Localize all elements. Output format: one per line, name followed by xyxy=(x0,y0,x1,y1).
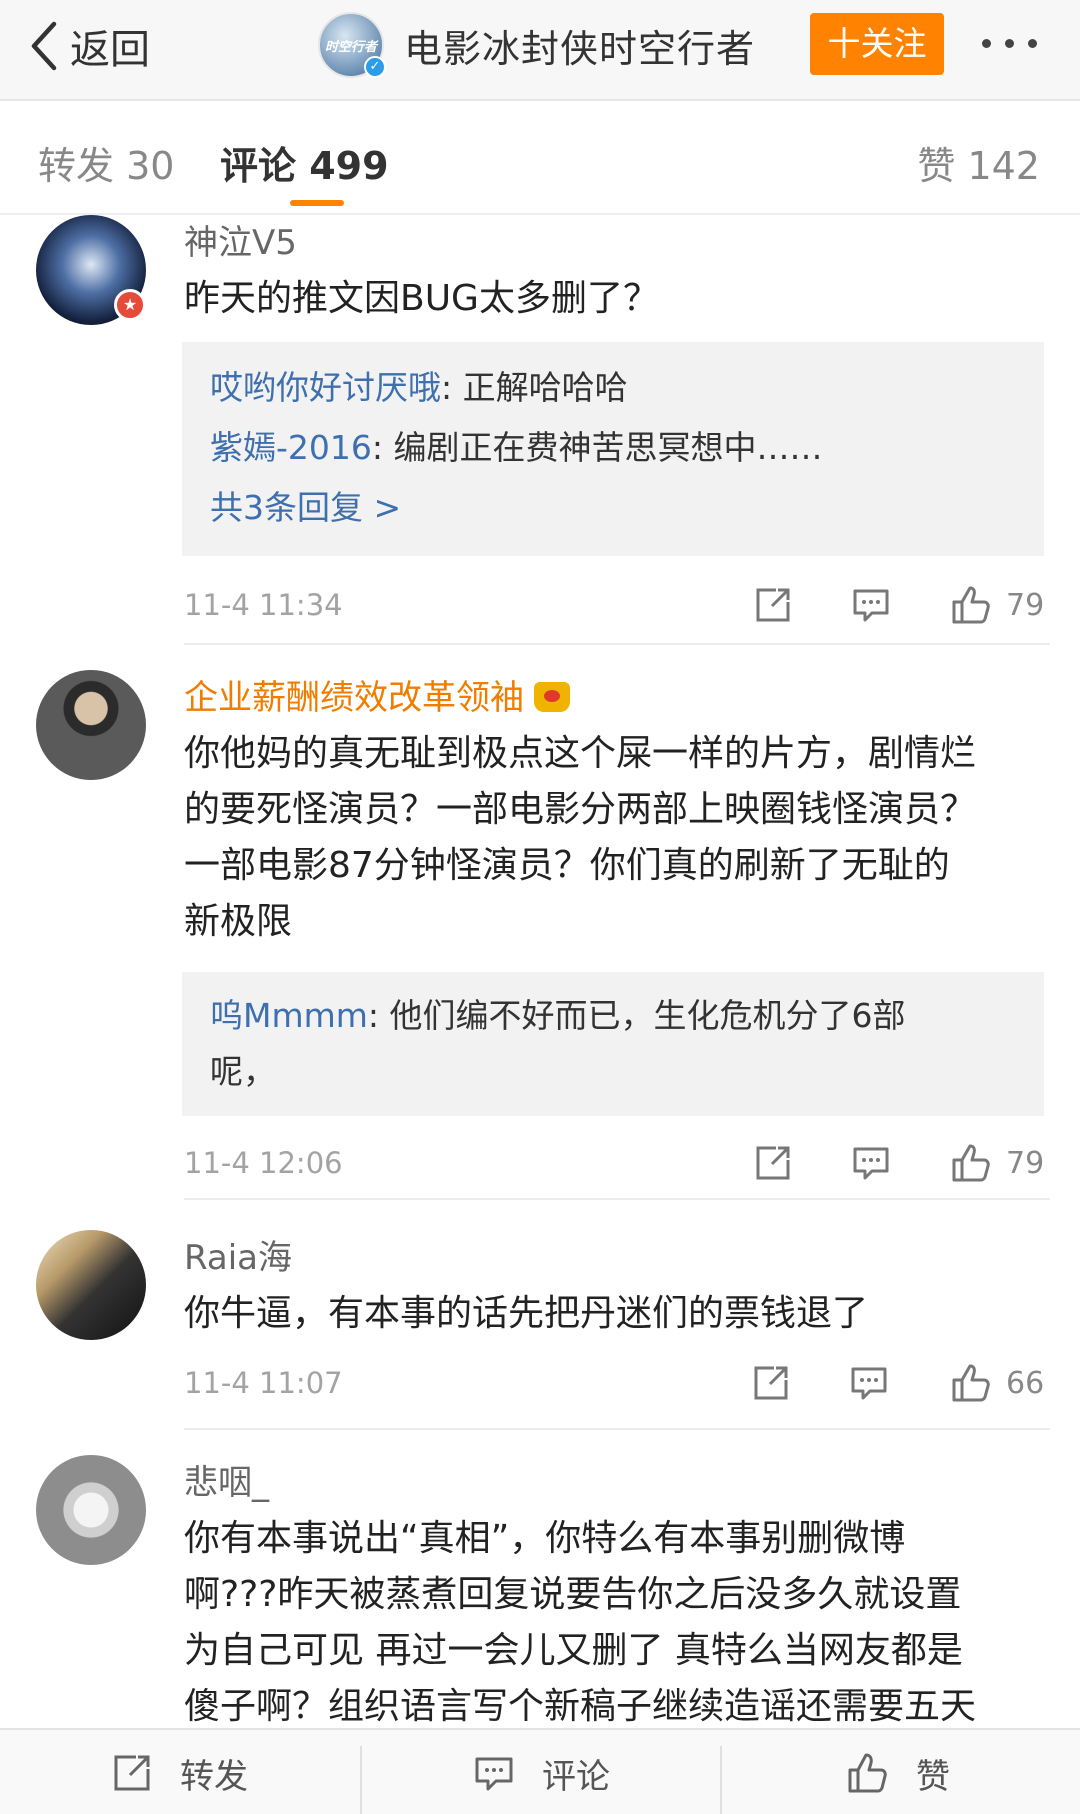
comment-username[interactable]: 悲咽_ xyxy=(184,1455,269,1504)
like-count: 79 xyxy=(1006,588,1045,623)
thumbs-up-icon[interactable] xyxy=(950,1362,992,1404)
divider xyxy=(184,1428,1050,1430)
vip-username-label: 企业薪酬绩效改革领袖 xyxy=(184,678,524,718)
share-icon[interactable] xyxy=(752,584,794,626)
comment-text-line: 的要死怪演员？一部电影分两部上映圈钱怪演员？ xyxy=(184,789,977,830)
reply-icon[interactable] xyxy=(850,584,892,626)
divider xyxy=(360,1746,362,1814)
like-button[interactable]: 赞 xyxy=(846,1730,950,1814)
reply-text: : 他们编不好而已，生化危机分了6部 xyxy=(367,996,906,1035)
verified-icon: ✓ xyxy=(364,56,386,78)
like-count: 79 xyxy=(1006,1146,1045,1181)
reply-text: : 正解哈哈哈 xyxy=(441,368,628,407)
reply-text: : 编剧正在费神苦思冥想中…… xyxy=(371,428,823,467)
comment-meta: 11-4 11:07 66 xyxy=(184,1358,1045,1408)
comment-text-line: 新极限 xyxy=(184,901,293,942)
comment-text-line: 啊???昨天被蒸煮回复说要告你之后没多久就设置 xyxy=(184,1574,962,1615)
reply-username[interactable]: 哎哟你好讨厌哦 xyxy=(210,368,441,407)
comment-label: 评论 xyxy=(542,1756,610,1797)
comment-time: 11-4 12:06 xyxy=(184,1146,343,1180)
comment-text-line: 你有本事说出“真相”，你特么有本事别删微博 xyxy=(184,1518,906,1559)
tab-comments[interactable]: 评论 499 xyxy=(220,135,389,190)
active-tab-indicator xyxy=(290,200,344,206)
reply-item: 哎哟你好讨厌哦: 正解哈哈哈 xyxy=(210,358,1016,418)
comment-icon xyxy=(475,1757,513,1791)
reply-username[interactable]: 呜Mmmm xyxy=(210,996,368,1035)
follow-button[interactable]: 十关注 xyxy=(810,13,944,75)
comment-button[interactable]: 评论 xyxy=(472,1730,610,1814)
comment-text: 昨天的推文因BUG太多删了？ xyxy=(184,278,659,319)
comment-text-line: 你他妈的真无耻到极点这个屎一样的片方，剧情烂 xyxy=(184,733,977,774)
crown-icon xyxy=(534,682,570,712)
share-icon[interactable] xyxy=(752,1142,794,1184)
view-all-replies-link[interactable]: 共3条回复 > xyxy=(210,478,1016,538)
account-avatar-text: 时空行者 xyxy=(324,40,377,55)
comment-username[interactable]: 企业薪酬绩效改革领袖 xyxy=(184,670,570,719)
tab-bar: 转发 30 评论 499 赞 142 xyxy=(0,103,1080,215)
reply-item: 紫嫣-2016: 编剧正在费神苦思冥想中…… xyxy=(210,418,1016,478)
reply-preview-box[interactable]: 呜Mmmm: 他们编不好而已，生化危机分了6部 呢， xyxy=(182,972,1044,1116)
divider xyxy=(720,1746,722,1814)
comment-username[interactable]: Raia海 xyxy=(184,1230,292,1279)
account-header[interactable]: 时空行者 ✓ 电影冰封侠时空行者 xyxy=(318,12,755,78)
thumbs-up-icon[interactable] xyxy=(950,584,992,626)
thumbs-up-icon[interactable] xyxy=(950,1142,992,1184)
comment-time: 11-4 11:07 xyxy=(184,1366,343,1400)
comment-item: ★ 神泣V5 昨天的推文因BUG太多删了？ 哎哟你好讨厌哦: 正解哈哈哈 紫嫣-… xyxy=(0,215,1080,645)
like-count: 66 xyxy=(1006,1366,1045,1401)
tab-reposts[interactable]: 转发 30 xyxy=(38,135,174,190)
comment-item: 企业薪酬绩效改革领袖 你他妈的真无耻到极点这个屎一样的片方，剧情烂 的要死怪演员… xyxy=(0,670,1080,1200)
tab-likes[interactable]: 赞 142 xyxy=(917,135,1040,190)
repost-button[interactable]: 转发 xyxy=(110,1730,248,1814)
share-icon xyxy=(114,1755,150,1791)
reply-item-continued: 呢， xyxy=(210,1052,276,1091)
reply-preview-box[interactable]: 哎哟你好讨厌哦: 正解哈哈哈 紫嫣-2016: 编剧正在费神苦思冥想中…… 共3… xyxy=(182,342,1044,556)
reply-item: 呜Mmmm: 他们编不好而已，生化危机分了6部 xyxy=(210,988,1016,1044)
comment-time: 11-4 11:34 xyxy=(184,588,343,622)
avatar[interactable] xyxy=(36,670,146,780)
reply-icon[interactable] xyxy=(850,1142,892,1184)
comment-meta: 11-4 12:06 79 xyxy=(184,1138,1045,1188)
star-badge-icon: ★ xyxy=(114,289,146,321)
comment-meta: 11-4 11:34 79 xyxy=(184,580,1045,630)
bottom-action-bar: 转发 评论 赞 xyxy=(0,1728,1080,1814)
comment-text-line: 傻子啊？组织语言写个新稿子继续造谣还需要五天 xyxy=(184,1686,977,1727)
more-options-icon[interactable] xyxy=(982,28,1037,58)
thumbs-up-icon xyxy=(848,1753,887,1793)
chevron-left-icon xyxy=(31,21,57,71)
divider xyxy=(184,1198,1050,1200)
comment-text: 你牛逼，有本事的话先把丹迷们的票钱退了 xyxy=(184,1293,869,1334)
like-label: 赞 xyxy=(916,1756,950,1797)
comment-text: 你有本事说出“真相”，你特么有本事别删微博 啊???昨天被蒸煮回复说要告你之后没… xyxy=(184,1511,1050,1728)
comment-item: Raia海 你牛逼，有本事的话先把丹迷们的票钱退了 11-4 11:07 66 xyxy=(0,1230,1080,1430)
reply-username[interactable]: 紫嫣-2016 xyxy=(210,428,372,467)
comment-username[interactable]: 神泣V5 xyxy=(184,215,297,264)
reply-icon[interactable] xyxy=(848,1362,890,1404)
top-nav-bar: 返回 时空行者 ✓ 电影冰封侠时空行者 十关注 xyxy=(0,0,1080,101)
account-avatar[interactable]: 时空行者 ✓ xyxy=(318,12,386,78)
avatar[interactable] xyxy=(36,1455,146,1565)
repost-label: 转发 xyxy=(180,1756,248,1797)
comment-item: 悲咽_ 你有本事说出“真相”，你特么有本事别删微博 啊???昨天被蒸煮回复说要告… xyxy=(0,1455,1080,1728)
back-button[interactable]: 返回 xyxy=(28,16,150,76)
avatar[interactable] xyxy=(36,1230,146,1340)
comment-text: 你他妈的真无耻到极点这个屎一样的片方，剧情烂 的要死怪演员？一部电影分两部上映圈… xyxy=(184,726,1050,950)
account-name: 电影冰封侠时空行者 xyxy=(404,26,756,71)
divider xyxy=(184,643,1050,645)
comment-text-line: 一部电影87分钟怪演员？你们真的刷新了无耻的 xyxy=(184,845,950,886)
share-icon[interactable] xyxy=(750,1362,792,1404)
back-label: 返回 xyxy=(70,27,150,73)
comment-text-line: 为自己可见 再过一会儿又删了 真特么当网友都是 xyxy=(184,1630,963,1671)
